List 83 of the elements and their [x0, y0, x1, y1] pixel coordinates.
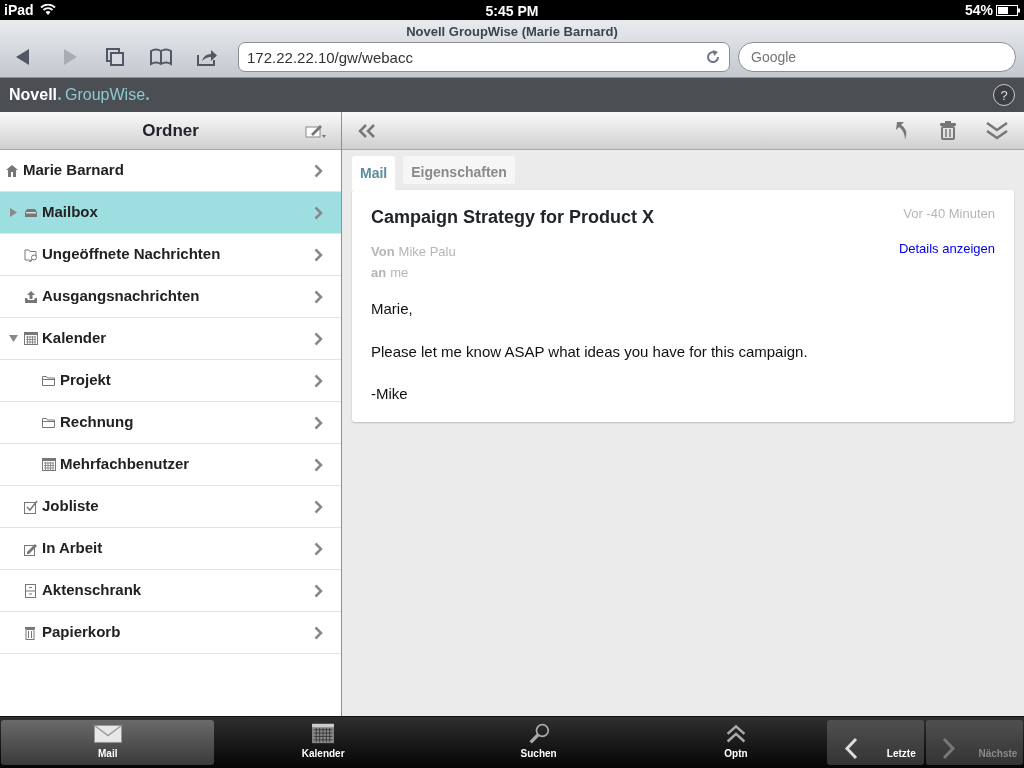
folder-row[interactable]: Mehrfachbenutzer [0, 444, 341, 486]
double-chevron-down-icon[interactable] [986, 121, 1008, 140]
checkbox-icon [24, 499, 38, 514]
folder-name: Kalender [42, 328, 107, 349]
folder-icon [42, 373, 56, 388]
to-label: an [371, 265, 387, 280]
panel-title: Ordner [142, 119, 199, 142]
clock-time: 5:45 PM [485, 2, 539, 21]
folder-row[interactable]: Ungeöffnete Nachrichten [0, 234, 341, 276]
chevron-right-icon [314, 247, 323, 262]
folder-name: Ungeöffnete Nachrichten [42, 244, 221, 265]
body-paragraph: -Mike [371, 384, 409, 404]
open-book-icon[interactable] [149, 46, 173, 68]
stacked-squares-icon[interactable] [103, 46, 127, 68]
message-time: Vor -40 Minuten [903, 205, 995, 223]
device-name: iPad [4, 0, 34, 20]
tab-bar-button[interactable]: Suchen [431, 720, 646, 765]
chevron-right-icon [314, 625, 323, 640]
folder-magnifier-icon [24, 247, 38, 262]
folder-row[interactable]: Mailbox [0, 192, 341, 234]
calendar-icon [24, 331, 38, 346]
chevron-right-icon [314, 499, 323, 514]
chevron-right-icon [314, 541, 323, 556]
house-icon [5, 163, 19, 178]
folder-name: Marie Barnard [23, 160, 124, 181]
folder-icon [42, 415, 56, 430]
tab-bar-button[interactable]: Mail [1, 720, 215, 765]
chevron-right-icon [314, 373, 323, 388]
trash-icon [24, 625, 38, 640]
chevron-right-icon [314, 289, 323, 304]
file-cabinet-icon [24, 583, 38, 598]
body-paragraph: Please let me know ASAP what ideas you have for this campaign. [371, 341, 809, 362]
chevron-right-icon [314, 331, 323, 346]
battery-percent: 54% [964, 0, 993, 20]
from-label: Von [371, 244, 395, 259]
expand-triangle-icon[interactable] [9, 208, 18, 217]
recipient-name: me [390, 265, 409, 280]
chevron-right-icon [314, 583, 323, 598]
message-subject: Campaign Strategy for Product X [371, 206, 655, 229]
folder-name: Ausgangsnachrichten [42, 286, 200, 307]
collapse-triangle-icon[interactable] [9, 334, 18, 343]
brand-name: Novell [9, 83, 61, 107]
chevron-right-icon [314, 163, 323, 178]
wifi-icon [39, 4, 56, 16]
folder-name: Jobliste [42, 496, 99, 517]
body-paragraph: Marie, [371, 299, 414, 319]
folder-name: Mehrfachbenutzer [60, 454, 190, 475]
page-title: Novell GroupWise (Marie Barnard) [405, 23, 619, 38]
folder-row[interactable]: Rechnung [0, 402, 341, 444]
tab[interactable]: Mail [352, 156, 396, 190]
reload-icon[interactable] [705, 49, 721, 65]
tab-bar-button[interactable]: Letzte [826, 720, 924, 765]
folder-name: In Arbeit [42, 538, 103, 559]
search-field[interactable]: Google [738, 42, 1016, 72]
help-button[interactable]: ? [993, 84, 1015, 106]
folder-name: Rechnung [60, 412, 134, 433]
folder-row[interactable]: In Arbeit [0, 528, 341, 570]
outbox-tray-icon [24, 289, 38, 304]
chevron-right-icon [314, 205, 323, 220]
tab-bar-button[interactable]: Kalender [216, 720, 430, 765]
folder-name: Projekt [60, 370, 111, 391]
sender-name: Mike Palu [398, 244, 456, 259]
double-chevron-left-icon[interactable] [358, 123, 376, 138]
product-name: GroupWise [65, 83, 150, 107]
chevron-right-icon [314, 457, 323, 472]
folder-row[interactable]: Kalender [0, 318, 341, 360]
battery-icon [996, 4, 1020, 16]
trash-icon[interactable] [940, 121, 956, 140]
folder-name: Aktenschrank [42, 580, 142, 601]
folder-row[interactable]: Papierkorb [0, 612, 341, 654]
folder-row[interactable]: Aktenschrank [0, 570, 341, 612]
details-link[interactable]: Details anzeigen [898, 239, 995, 284]
folder-row[interactable]: Ausgangsnachrichten [0, 276, 341, 318]
folder-row[interactable]: Jobliste [0, 486, 341, 528]
folder-row[interactable]: Projekt [0, 360, 341, 402]
folder-name: Mailbox [42, 202, 98, 223]
address-field[interactable]: 172.22.22.10/gw/webacc [238, 42, 730, 72]
pencil-note-icon [24, 541, 38, 556]
folder-name: Papierkorb [42, 622, 121, 643]
chevron-right-icon [314, 415, 323, 430]
tab-bar-button[interactable]: Optn [647, 720, 825, 765]
compose-icon[interactable] [305, 123, 327, 139]
calendar-icon [42, 457, 56, 472]
